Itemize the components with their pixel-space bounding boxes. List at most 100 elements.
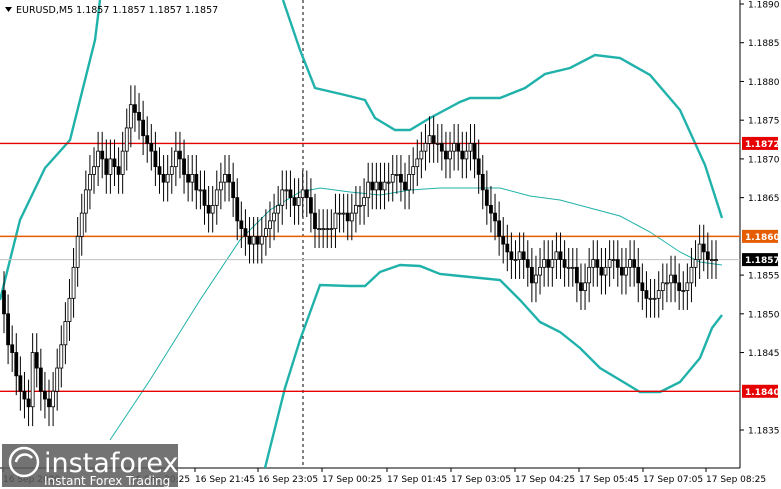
dropdown-icon[interactable] bbox=[5, 7, 12, 12]
candle-body bbox=[538, 266, 542, 276]
candle-body bbox=[210, 204, 215, 214]
candle-body bbox=[624, 266, 628, 276]
candle-body bbox=[63, 321, 68, 346]
candle-body bbox=[2, 290, 6, 315]
candle-body bbox=[251, 235, 256, 245]
candle-body bbox=[534, 274, 538, 284]
candle-body bbox=[583, 282, 587, 291]
candle-body bbox=[378, 181, 383, 191]
upper-band-left bbox=[0, 0, 102, 301]
candle-body bbox=[579, 282, 583, 291]
candle-body bbox=[38, 367, 43, 392]
candle-body bbox=[178, 150, 182, 160]
price-tick-label: 1.1885 bbox=[748, 39, 780, 49]
candle-body bbox=[366, 181, 371, 199]
time-tick-label: 17 Sep 07:05 bbox=[643, 475, 703, 485]
candle-body bbox=[370, 181, 375, 191]
candle-body bbox=[677, 282, 682, 291]
candle-body bbox=[660, 282, 665, 291]
candle-body bbox=[284, 189, 289, 192]
candle-body bbox=[235, 197, 240, 222]
candle-body bbox=[497, 220, 502, 237]
candle-body bbox=[18, 375, 23, 392]
candle-body bbox=[386, 181, 391, 184]
candle-body bbox=[493, 212, 497, 222]
candle-body bbox=[374, 181, 379, 191]
candle-body bbox=[632, 259, 637, 268]
candle-body bbox=[521, 251, 526, 260]
candle-body bbox=[587, 266, 592, 284]
time-tick-label: 16 Sep 23:05 bbox=[258, 475, 318, 485]
candle-body bbox=[202, 189, 207, 206]
candle-body bbox=[480, 173, 485, 191]
candle-body bbox=[673, 274, 677, 284]
price-tick-label: 1.1875 bbox=[748, 117, 780, 127]
candle-body bbox=[137, 112, 141, 121]
candle-body bbox=[701, 243, 706, 253]
candle-body bbox=[206, 204, 211, 214]
candle-body bbox=[321, 228, 326, 231]
candle-body bbox=[714, 259, 718, 262]
price-tick-label: 1.1845 bbox=[748, 349, 780, 359]
candle-body bbox=[550, 259, 555, 268]
candle-body bbox=[22, 390, 27, 400]
candle-body bbox=[591, 259, 596, 268]
price-tick-label: 1.1870 bbox=[748, 155, 780, 165]
candle-body bbox=[382, 181, 387, 191]
candle-body bbox=[652, 297, 657, 300]
instaforex-logo: instaforex Instant Forex Trading bbox=[2, 444, 178, 488]
price-axis: 1.1890 1.1885 1.1880 1.1875 1.1870 1.1865 1.18… bbox=[740, 1, 780, 437]
candle-body bbox=[607, 259, 612, 268]
candle-body bbox=[272, 212, 276, 222]
candle-body bbox=[489, 204, 493, 214]
candle-body bbox=[595, 259, 600, 268]
time-tick-label: 17 Sep 05:45 bbox=[579, 475, 639, 485]
candle-body bbox=[59, 344, 64, 369]
candle-body bbox=[223, 173, 227, 183]
price-tick-label: 1.1835 bbox=[748, 427, 780, 437]
candle-body bbox=[276, 204, 281, 214]
candle-body bbox=[419, 150, 424, 160]
candle-body bbox=[337, 212, 342, 215]
candle-body bbox=[133, 104, 137, 113]
candle-body bbox=[317, 228, 321, 231]
candle-body bbox=[153, 150, 158, 168]
candle-body bbox=[558, 251, 563, 260]
price-tick-label: 1.1850 bbox=[748, 310, 780, 320]
candle-body bbox=[116, 166, 121, 175]
candle-body bbox=[198, 189, 203, 192]
bollinger-bands bbox=[0, 0, 724, 469]
price-chart[interactable]: 1.18721.18601.18401.1857 1.18901.18851.1… bbox=[0, 0, 781, 489]
candle-body bbox=[390, 173, 395, 183]
candle-body bbox=[157, 166, 162, 175]
candle-body bbox=[26, 398, 31, 408]
candle-body bbox=[214, 189, 219, 206]
candle-body bbox=[574, 266, 579, 284]
candle-body bbox=[43, 390, 47, 400]
candle-body bbox=[509, 251, 514, 260]
candle-body bbox=[448, 150, 452, 160]
candle-body bbox=[255, 235, 260, 245]
candle-body bbox=[435, 143, 440, 145]
candle-body bbox=[464, 150, 469, 160]
candle-body bbox=[354, 204, 358, 214]
candle-body bbox=[628, 259, 632, 268]
candle-body bbox=[542, 259, 547, 268]
candle-body bbox=[173, 150, 178, 168]
candle-body bbox=[96, 150, 101, 168]
candle-body bbox=[611, 259, 616, 262]
candle-body bbox=[288, 189, 293, 199]
upper-band bbox=[281, 0, 724, 219]
chart-window[interactable]: 1.1872 1.1860 1.1840 1.1857 1.1890 1.1885 1.1… bbox=[0, 0, 781, 489]
candle-body bbox=[562, 259, 567, 268]
candle-body bbox=[644, 290, 649, 299]
candle-body bbox=[484, 189, 489, 206]
candle-body bbox=[681, 290, 686, 292]
candle-body bbox=[439, 143, 444, 152]
candle-body bbox=[263, 228, 268, 237]
candle-body bbox=[161, 173, 166, 183]
candle-body bbox=[190, 173, 195, 183]
candle-body bbox=[648, 297, 653, 300]
candle-body bbox=[468, 143, 473, 152]
candle-body bbox=[603, 266, 608, 276]
